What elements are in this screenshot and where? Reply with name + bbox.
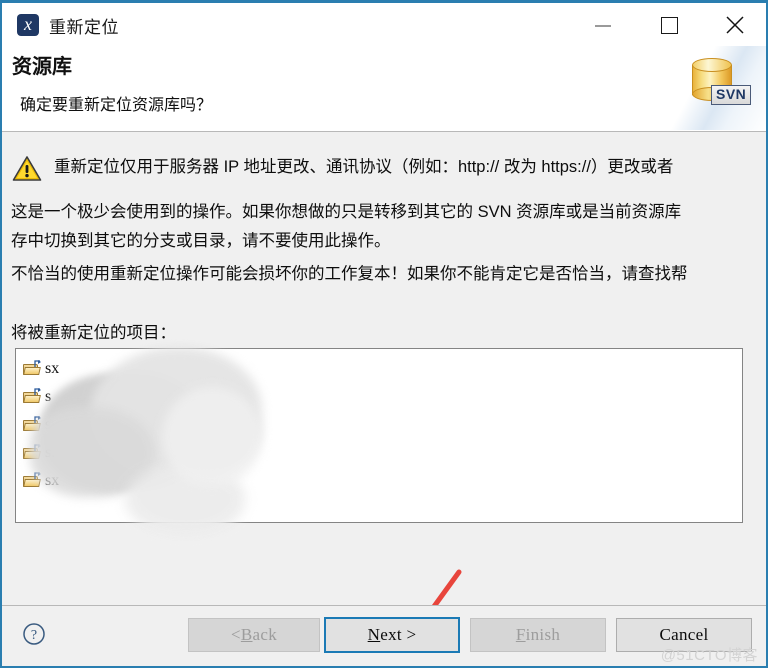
folder-arrow-icon [34, 388, 41, 395]
folder-arrow-icon [34, 444, 41, 451]
folder-icon [23, 444, 42, 461]
paragraph-3: 不恰当的使用重新定位操作可能会损坏你的工作复本！如果你不能肯定它是否恰当，请查找… [11, 265, 688, 283]
maximize-icon [660, 16, 678, 34]
page-title: 资源库 [12, 56, 72, 78]
warning-text: 重新定位仅用于服务器 IP 地址更改、通讯协议（例如：http:// 改为 ht… [54, 158, 674, 176]
list-item[interactable]: sx [16, 355, 742, 383]
paragraph-2: 这是一个极少会使用到的操作。如果你想做的只是转移到其它的 SVN 资源库或是当前… [11, 198, 766, 256]
svn-app-icon: x [17, 14, 39, 36]
window-title: 重新定位 [49, 17, 119, 37]
warning-triangle-icon [12, 156, 42, 181]
dialog-header: 资源库 确定要重新定位资源库吗？ SVN [2, 46, 766, 132]
watermark: @51CTO博客 [660, 647, 758, 664]
folder-arrow-icon [34, 472, 41, 479]
back-button[interactable]: < Back [188, 618, 320, 652]
relocate-items-list[interactable]: sx s s s. sx [15, 348, 743, 523]
back-button-prefix: < [230, 625, 241, 644]
list-item[interactable]: s [16, 411, 742, 439]
close-button[interactable] [712, 3, 758, 47]
minimize-icon [595, 25, 611, 27]
help-question-icon[interactable]: ? [22, 622, 46, 646]
list-item-label: sx [45, 360, 60, 377]
next-button[interactable]: Next > [324, 617, 460, 653]
back-button-rest: ack [252, 625, 278, 644]
svg-text:?: ? [31, 628, 37, 643]
list-item-label: s [45, 416, 52, 433]
folder-arrow-icon [34, 416, 41, 423]
warning-row: 重新定位仅用于服务器 IP 地址更改、通讯协议（例如：http:// 改为 ht… [12, 154, 760, 182]
dialog-body: 重新定位仅用于服务器 IP 地址更改、通讯协议（例如：http:// 改为 ht… [2, 132, 766, 605]
list-item[interactable]: s. [16, 439, 742, 467]
list-item-label: s [45, 388, 52, 405]
svn-badge-label: SVN [711, 85, 752, 105]
dialog-footer: ? < Back Next > Finish Cancel @51CTO博客 [2, 605, 766, 666]
back-button-mnemonic: B [240, 625, 253, 644]
list-item[interactable]: s [16, 383, 742, 411]
folder-icon [23, 360, 42, 377]
svn-database-icon: SVN [670, 46, 766, 130]
next-button-rest: ext > [380, 625, 417, 644]
page-subtitle: 确定要重新定位资源库吗？ [20, 97, 213, 114]
list-item[interactable]: sx [16, 467, 742, 495]
folder-icon [23, 472, 42, 489]
folder-arrow-icon [34, 360, 41, 367]
folder-icon [23, 416, 42, 433]
close-icon [726, 16, 744, 34]
app-icon-glyph: x [24, 14, 32, 34]
maximize-button[interactable] [646, 3, 692, 47]
next-button-mnemonic: N [367, 625, 381, 644]
paragraph-2-line-1: 这是一个极少会使用到的操作。如果你想做的只是转移到其它的 SVN 资源库或是当前… [11, 203, 682, 221]
finish-button-mnemonic: F [515, 625, 526, 644]
title-bar: x 重新定位 [2, 3, 766, 47]
minimize-button[interactable] [580, 3, 626, 47]
finish-button-rest: inish [525, 625, 561, 644]
list-item-label: sx [45, 472, 60, 489]
list-label: 将被重新定位的项目： [11, 324, 176, 342]
cancel-button-label: Cancel [659, 625, 709, 644]
finish-button[interactable]: Finish [470, 618, 606, 652]
relocate-dialog-window: x 重新定位 资源库 确定要重新定位资源库吗？ SVN 重新定位仅用于服务器 I… [0, 0, 768, 668]
list-item-label: s. [45, 444, 56, 461]
folder-icon [23, 388, 42, 405]
paragraph-2-line-2: 存中切换到其它的分支或目录，请不要使用此操作。 [11, 232, 391, 250]
